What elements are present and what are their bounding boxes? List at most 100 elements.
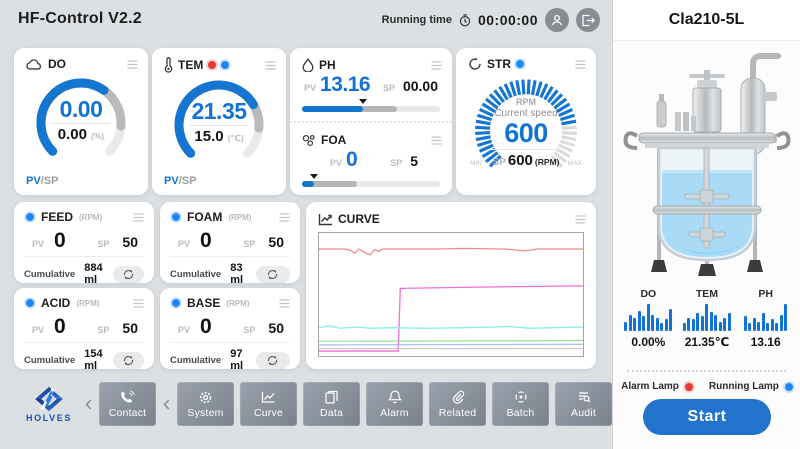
stat-ph: PH 13.16 <box>738 288 794 349</box>
nav-item-data[interactable]: Data <box>303 382 360 426</box>
foam-cumulative: 83 ml <box>230 262 255 286</box>
str-running-dot <box>516 60 524 68</box>
hf-control-app: HF-Control V2.2 Running time 00:00:00 DO… <box>0 0 800 449</box>
stat-bars <box>624 304 672 331</box>
rotate-icon <box>468 57 482 71</box>
nav-item-system[interactable]: System <box>177 382 234 426</box>
alarm-icon <box>388 390 402 405</box>
nav-item-label: Batch <box>507 407 535 419</box>
start-button[interactable]: Start <box>643 399 771 435</box>
nav-item-alarm[interactable]: Alarm <box>366 382 423 426</box>
audit-icon <box>577 390 591 405</box>
base-cumulative: 97 ml <box>230 348 255 372</box>
str-value: 600 <box>456 119 596 147</box>
batch-icon <box>514 390 528 405</box>
stat-value: 21.35℃ <box>685 335 730 349</box>
foa-sp-value: 5 <box>410 153 418 169</box>
reset-button[interactable] <box>256 352 290 369</box>
foam-icon <box>302 134 316 147</box>
bioreactor-graphic <box>613 42 800 286</box>
ph-section: PH PV 13.16 SP 00.00 <box>290 48 452 123</box>
data-icon <box>325 390 338 405</box>
foam-sp-value: 50 <box>268 234 284 250</box>
tem-unit: (℃) <box>228 133 244 143</box>
foam-pv-value: 0 <box>200 229 211 253</box>
tem-alarm-dot <box>208 61 216 69</box>
base-status-dot <box>172 299 180 307</box>
nav-item-contact[interactable]: Contact <box>99 382 156 426</box>
reset-button[interactable] <box>256 266 290 283</box>
foa-section: FOA PV 0 SP 5 <box>290 123 452 194</box>
logout-button[interactable] <box>576 8 600 32</box>
reset-button[interactable] <box>113 266 144 283</box>
chevron-left-icon[interactable] <box>162 399 171 410</box>
base-card: BASE (RPM) PV 0 SP 50 Cumulative 97 ml <box>160 288 300 369</box>
nav-item-curve[interactable]: Curve <box>240 382 297 426</box>
feed-cumulative: 884 ml <box>84 262 112 286</box>
panel-divider <box>627 370 786 372</box>
menu-icon[interactable] <box>133 299 144 308</box>
nav-item-label: Related <box>439 407 477 419</box>
feed-card: FEED (RPM) PV 0 SP 50 Cumulative 884 ml <box>14 202 154 283</box>
ph-progress-bar <box>302 106 440 112</box>
menu-icon[interactable] <box>575 60 586 69</box>
acid-status-dot <box>26 299 34 307</box>
menu-icon[interactable] <box>279 299 290 308</box>
chevron-left-icon[interactable] <box>84 399 93 410</box>
stat-bars <box>744 304 788 331</box>
stat-label: TEM <box>696 288 718 300</box>
ph-pv-value: 13.16 <box>320 73 370 97</box>
card-title: STR <box>487 57 511 71</box>
reset-icon <box>266 355 279 366</box>
menu-icon[interactable] <box>431 61 442 70</box>
trend-chart[interactable] <box>318 232 584 357</box>
acid-pv-value: 0 <box>54 315 65 339</box>
pv-sp-legend: PV/SP <box>164 175 196 187</box>
nav-item-label: System <box>187 407 223 419</box>
panel-stats: DO0.00%TEM21.35℃PH13.16 <box>613 288 800 349</box>
nav-item-related[interactable]: Related <box>429 382 486 426</box>
tem-pv-value: 21.35 <box>152 99 286 123</box>
stat-label: PH <box>758 288 773 300</box>
stat-value: 13.16 <box>751 335 781 349</box>
alarm-lamp-label: Alarm Lamp <box>621 381 679 392</box>
menu-icon[interactable] <box>279 213 290 222</box>
feed-sp-value: 50 <box>122 234 138 250</box>
user-icon <box>550 13 564 27</box>
app-title: HF-Control V2.2 <box>18 10 142 28</box>
running-lamp-dot <box>785 383 793 391</box>
device-panel: Cla210-5L <box>612 0 800 449</box>
nav-item-audit[interactable]: Audit <box>555 382 612 426</box>
nav-item-label: Contact <box>109 407 147 419</box>
alarm-lamp-dot <box>685 383 693 391</box>
tem-card: TEM 21.35 15.0(℃) PV/SP <box>152 48 286 195</box>
feed-status-dot <box>26 213 34 221</box>
base-pv-value: 0 <box>200 315 211 339</box>
card-title: TEM <box>178 58 203 72</box>
foa-pv-value: 0 <box>346 148 357 172</box>
curve-card: CURVE <box>306 202 596 369</box>
foam-status-dot <box>172 213 180 221</box>
running-time-value: 00:00:00 <box>478 12 538 28</box>
user-button[interactable] <box>545 8 569 32</box>
reset-icon <box>266 269 279 280</box>
nav-item-label: Alarm <box>380 407 408 419</box>
menu-icon[interactable] <box>431 136 442 145</box>
holves-logo: HOLVES <box>20 386 78 423</box>
nav-item-label: Audit <box>571 407 596 419</box>
stat-value: 0.00% <box>631 335 665 349</box>
reset-icon <box>122 269 135 280</box>
related-icon <box>451 390 465 405</box>
running-time-label: Running time <box>382 14 452 26</box>
running-lamp-label: Running Lamp <box>709 381 779 392</box>
menu-icon[interactable] <box>127 60 138 69</box>
feed-pv-value: 0 <box>54 229 65 253</box>
do-card: DO 0.00 0.00(%) PV/SP <box>14 48 148 195</box>
menu-icon[interactable] <box>575 215 586 224</box>
menu-icon[interactable] <box>265 61 276 70</box>
nav-item-batch[interactable]: Batch <box>492 382 549 426</box>
menu-icon[interactable] <box>133 213 144 222</box>
tem-running-dot <box>221 61 229 69</box>
reset-button[interactable] <box>113 352 144 369</box>
card-title: CURVE <box>338 212 380 226</box>
